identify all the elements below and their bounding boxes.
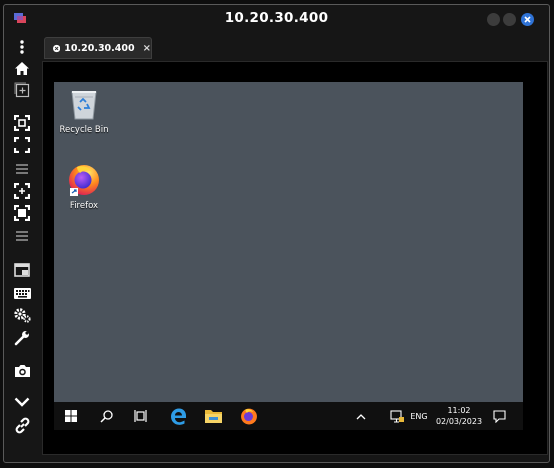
separator-icon — [13, 227, 31, 245]
edge-icon[interactable] — [166, 402, 190, 430]
tab-bar: 10.20.30.400 × — [42, 35, 548, 61]
fullscreen-exit-icon[interactable] — [13, 204, 31, 222]
home-icon[interactable] — [13, 59, 31, 77]
separator-icon — [13, 160, 31, 178]
link-icon[interactable] — [13, 416, 31, 434]
session-close-circle-icon[interactable] — [53, 43, 61, 54]
search-icon[interactable] — [95, 402, 117, 430]
tools-icon[interactable] — [13, 329, 31, 347]
windows-taskbar: ENG 11:02 02/03/2023 — [54, 402, 523, 430]
keyboard-icon[interactable] — [13, 284, 31, 302]
windows-desktop[interactable]: Recycle Bin Firefox — [54, 82, 523, 402]
close-icon — [524, 16, 531, 23]
new-window-icon[interactable] — [13, 81, 31, 99]
session-tab[interactable]: 10.20.30.400 × — [44, 37, 152, 59]
network-icon[interactable] — [388, 402, 406, 430]
recycle-bin-label: Recycle Bin — [59, 125, 109, 135]
desktop-icon-firefox[interactable]: Firefox — [54, 162, 114, 211]
clock-date: 02/03/2023 — [435, 417, 483, 426]
window-title: 10.20.30.400 — [224, 10, 329, 26]
menu-dots-icon[interactable] — [13, 38, 31, 56]
firefox-label: Firefox — [69, 201, 99, 211]
settings-icon[interactable] — [13, 306, 31, 324]
system-clock[interactable]: 11:02 02/03/2023 — [435, 405, 483, 427]
show-hidden-icons-icon[interactable] — [352, 402, 370, 430]
remote-desktop-window: 10.20.30.400 10.20.30.400 × Recycle Bin … — [3, 4, 550, 463]
maximize-button[interactable] — [503, 13, 516, 26]
fullscreen-icon[interactable] — [13, 136, 31, 154]
remote-screen[interactable]: Recycle Bin Firefox ENG 11:02 02/03/2023 — [42, 61, 548, 455]
fit-screen-icon[interactable] — [13, 114, 31, 132]
chevron-down-icon[interactable] — [13, 393, 31, 411]
action-center-icon[interactable] — [488, 402, 510, 430]
recycle-bin-icon — [71, 91, 97, 120]
language-indicator[interactable]: ENG — [408, 402, 430, 430]
minimize-button[interactable] — [487, 13, 500, 26]
task-view-icon[interactable] — [130, 402, 152, 430]
firefox-icon — [69, 165, 99, 196]
desktop-icon-recycle-bin[interactable]: Recycle Bin — [54, 88, 114, 135]
screenshot-window-icon[interactable] — [13, 261, 31, 279]
file-explorer-icon[interactable] — [201, 402, 225, 430]
sidebar — [4, 35, 40, 463]
tab-close-button[interactable]: × — [143, 43, 151, 54]
taskbar-firefox-icon[interactable] — [237, 402, 261, 430]
close-button[interactable] — [521, 13, 534, 26]
windows-start-icon[interactable] — [60, 402, 82, 430]
tab-label: 10.20.30.400 — [64, 42, 135, 54]
fit-screen-alt-icon[interactable] — [13, 182, 31, 200]
clock-time: 11:02 — [447, 406, 471, 415]
title-bar[interactable]: 10.20.30.400 — [4, 5, 549, 33]
camera-icon[interactable] — [13, 362, 31, 380]
